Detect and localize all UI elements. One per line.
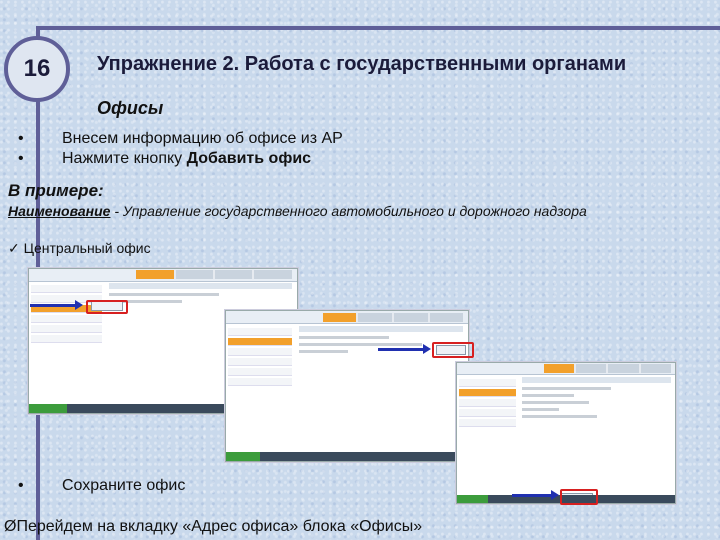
bullet-glyph: •: [18, 477, 24, 494]
example-value: - Управление государственного автомобиль…: [110, 203, 587, 219]
slide-title: Упражнение 2. Работа с государственными …: [97, 53, 627, 75]
highlight-box: [560, 489, 598, 505]
slide-subtitle: Офисы: [97, 98, 164, 118]
next-step-label: Перейдем на вкладку «Адрес офиса» блока …: [16, 518, 423, 535]
screenshot-office-form: [225, 310, 469, 462]
save-instruction: • Сохраните офис: [18, 477, 185, 495]
instruction-text: Нажмите кнопку Добавить офис: [62, 150, 312, 167]
add-office-label: Добавить офис: [186, 150, 312, 167]
example-heading: В примере:: [8, 181, 104, 200]
example-label: Наименование: [8, 203, 111, 219]
bullet-glyph: •: [18, 130, 24, 147]
instruction-list: • Внесем информацию об офисе из АР • Наж…: [18, 129, 343, 169]
slide-number: 16: [4, 36, 70, 102]
frame-top-line: [36, 26, 720, 30]
pointer-arrow: [512, 490, 559, 500]
app-footer: [226, 452, 468, 461]
example-text: Наименование - Управление государственно…: [8, 202, 668, 221]
pointer-arrow: [378, 344, 431, 354]
instruction-item: • Нажмите кнопку Добавить офис: [18, 149, 343, 169]
save-instruction-text: Сохраните офис: [62, 477, 186, 494]
app-tabs: [136, 270, 292, 280]
checkmark-item: ✓ Центральный офис: [8, 240, 151, 256]
instruction-text: Внесем информацию об офисе из АР: [62, 130, 343, 147]
app-sidebar: [457, 377, 518, 492]
pointer-arrow: [30, 300, 83, 310]
arrow-bullet-icon: Ø: [4, 518, 17, 535]
next-step-text: ØПерейдем на вкладку «Адрес офиса» блока…: [4, 518, 422, 536]
app-sidebar: [226, 326, 294, 449]
app-tabs: [322, 312, 464, 322]
app-tabs: [544, 364, 671, 373]
screenshot-office-details: [456, 362, 676, 504]
instruction-item: • Внесем информацию об офисе из АР: [18, 129, 343, 149]
app-main: [522, 377, 671, 489]
highlight-box: [432, 342, 474, 358]
bullet-glyph: •: [18, 150, 24, 167]
highlight-box: [86, 300, 128, 314]
